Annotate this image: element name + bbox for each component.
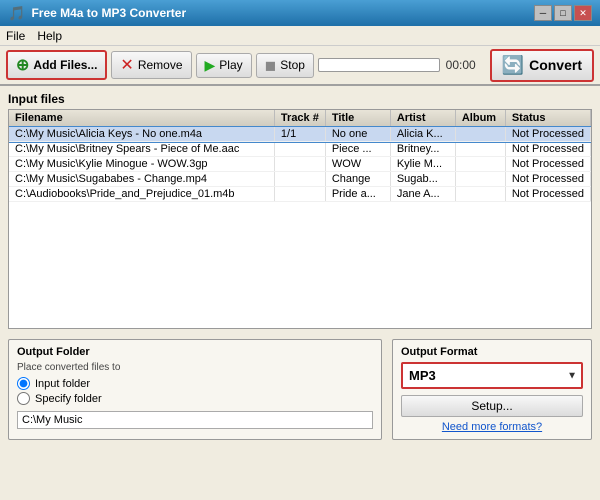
time-display: 00:00: [446, 58, 486, 72]
menu-help[interactable]: Help: [37, 29, 62, 43]
radio-specify-folder[interactable]: [17, 392, 30, 405]
menu-bar: File Help: [0, 26, 600, 46]
radio-input-folder-row: Input folder: [17, 377, 373, 390]
maximize-button[interactable]: □: [554, 5, 572, 21]
table-row[interactable]: C:\My Music\Kylie Minogue - WOW.3gp WOWKy…: [9, 157, 591, 172]
table-row[interactable]: C:\Audiobooks\Pride_and_Prejudice_01.m4b…: [9, 187, 591, 202]
cell-status: Not Processed: [505, 142, 590, 157]
col-artist: Artist: [390, 110, 455, 127]
cell-track: [274, 157, 325, 172]
format-select-wrapper: MP3 WAV OGG AAC FLAC ▼: [401, 362, 583, 389]
output-path-input[interactable]: [17, 411, 373, 429]
more-formats-link[interactable]: Need more formats?: [401, 421, 583, 433]
cell-album: [455, 187, 505, 202]
play-label: Play: [219, 58, 242, 72]
cell-track: [274, 187, 325, 202]
col-track: Track #: [274, 110, 325, 127]
file-table-container: Filename Track # Title Artist Album Stat…: [8, 109, 592, 329]
col-status: Status: [505, 110, 590, 127]
input-files-label: Input files: [8, 92, 592, 106]
col-album: Album: [455, 110, 505, 127]
cell-title: Piece ...: [325, 142, 390, 157]
cell-status: Not Processed: [505, 187, 590, 202]
window-controls: ─ □ ✕: [534, 5, 592, 21]
cell-artist: Alicia K...: [390, 127, 455, 142]
radio-specify-folder-row: Specify folder: [17, 392, 373, 405]
main-content: Input files Filename Track # Title Artis…: [0, 86, 600, 500]
col-title: Title: [325, 110, 390, 127]
cell-artist: Britney...: [390, 142, 455, 157]
format-select[interactable]: MP3 WAV OGG AAC FLAC: [403, 364, 581, 387]
output-format-panel: Output Format MP3 WAV OGG AAC FLAC ▼ Set…: [392, 339, 592, 440]
cell-track: 1/1: [274, 127, 325, 142]
output-folder-title: Output Folder: [17, 346, 373, 358]
cell-album: [455, 142, 505, 157]
stop-icon: ◼: [265, 57, 277, 74]
cell-artist: Jane A...: [390, 187, 455, 202]
cell-album: [455, 127, 505, 142]
output-folder-panel: Output Folder Place converted files to I…: [8, 339, 382, 440]
app-title: Free M4a to MP3 Converter: [31, 6, 186, 20]
output-folder-subtitle: Place converted files to: [17, 362, 373, 373]
minimize-button[interactable]: ─: [534, 5, 552, 21]
toolbar: ⊕ Add Files... ✕ Remove ▶ Play ◼ Stop 00…: [0, 46, 600, 86]
remove-icon: ✕: [120, 55, 133, 75]
cell-track: [274, 172, 325, 187]
add-files-label: Add Files...: [33, 58, 97, 72]
progress-area: 00:00: [318, 58, 486, 72]
add-icon: ⊕: [16, 55, 29, 75]
cell-filename: C:\My Music\Alicia Keys - No one.m4a: [9, 127, 274, 142]
remove-label: Remove: [138, 58, 183, 72]
table-row[interactable]: C:\My Music\Sugababes - Change.mp4 Change…: [9, 172, 591, 187]
remove-button[interactable]: ✕ Remove: [111, 51, 191, 79]
menu-file[interactable]: File: [6, 29, 25, 43]
cell-artist: Sugab...: [390, 172, 455, 187]
cell-title: No one: [325, 127, 390, 142]
file-table: Filename Track # Title Artist Album Stat…: [9, 110, 591, 202]
cell-status: Not Processed: [505, 172, 590, 187]
cell-title: Pride a...: [325, 187, 390, 202]
convert-icon: 🔄: [502, 55, 524, 76]
convert-label: Convert: [529, 57, 582, 73]
table-header-row: Filename Track # Title Artist Album Stat…: [9, 110, 591, 127]
radio-specify-folder-label: Specify folder: [35, 393, 102, 405]
radio-input-folder-label: Input folder: [35, 378, 90, 390]
cell-title: Change: [325, 172, 390, 187]
table-row[interactable]: C:\My Music\Alicia Keys - No one.m4a1/1N…: [9, 127, 591, 142]
bottom-area: Output Folder Place converted files to I…: [8, 339, 592, 440]
col-filename: Filename: [9, 110, 274, 127]
close-button[interactable]: ✕: [574, 5, 592, 21]
setup-button[interactable]: Setup...: [401, 395, 583, 417]
stop-label: Stop: [280, 58, 305, 72]
table-row[interactable]: C:\My Music\Britney Spears - Piece of Me…: [9, 142, 591, 157]
stop-button[interactable]: ◼ Stop: [256, 53, 314, 78]
cell-filename: C:\Audiobooks\Pride_and_Prejudice_01.m4b: [9, 187, 274, 202]
radio-input-folder[interactable]: [17, 377, 30, 390]
convert-button[interactable]: 🔄 Convert: [490, 49, 594, 82]
cell-status: Not Processed: [505, 127, 590, 142]
cell-status: Not Processed: [505, 157, 590, 172]
cell-title: WOW: [325, 157, 390, 172]
play-button[interactable]: ▶ Play: [196, 53, 252, 78]
app-icon: 🎵: [8, 5, 25, 22]
add-files-button[interactable]: ⊕ Add Files...: [6, 50, 107, 80]
cell-album: [455, 157, 505, 172]
cell-filename: C:\My Music\Sugababes - Change.mp4: [9, 172, 274, 187]
cell-filename: C:\My Music\Kylie Minogue - WOW.3gp: [9, 157, 274, 172]
output-format-title: Output Format: [401, 346, 583, 358]
cell-filename: C:\My Music\Britney Spears - Piece of Me…: [9, 142, 274, 157]
progress-bar: [318, 58, 440, 72]
cell-track: [274, 142, 325, 157]
cell-album: [455, 172, 505, 187]
cell-artist: Kylie M...: [390, 157, 455, 172]
play-icon: ▶: [205, 57, 216, 74]
title-bar: 🎵 Free M4a to MP3 Converter ─ □ ✕: [0, 0, 600, 26]
